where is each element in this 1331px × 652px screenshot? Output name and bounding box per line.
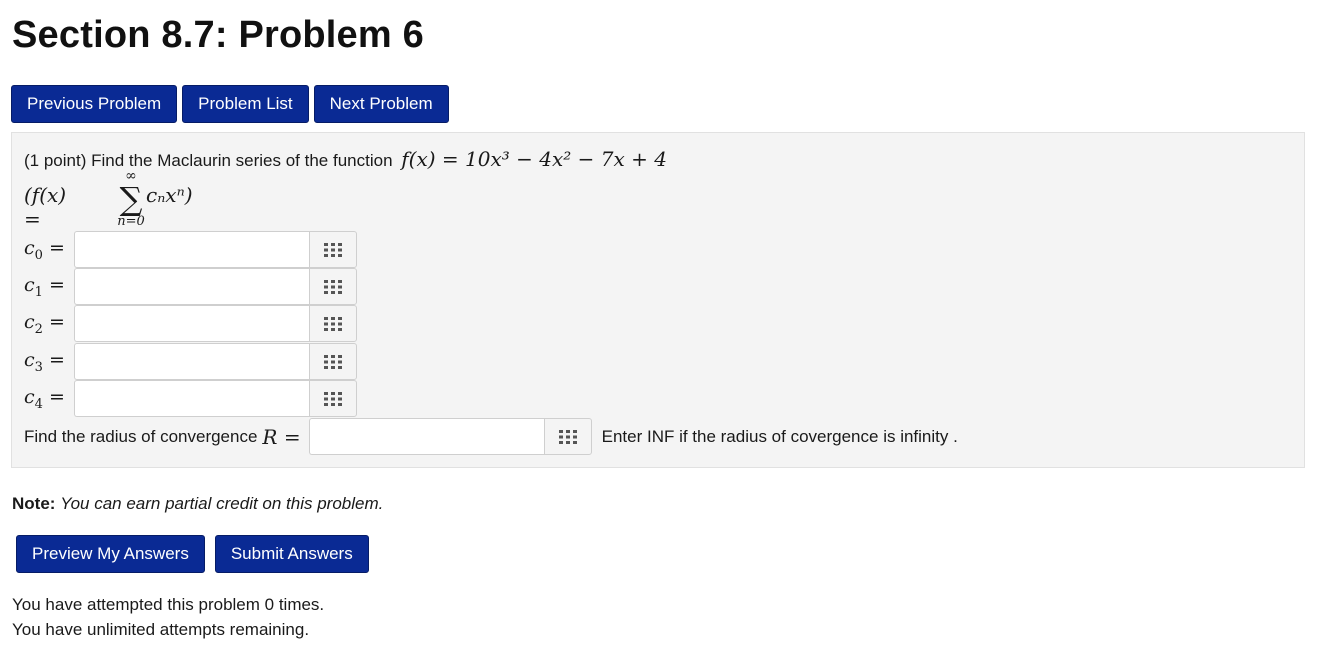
previous-problem-button[interactable]: Previous Problem	[11, 85, 178, 123]
problem-body: (1 point) Find the Maclaurin series of t…	[11, 132, 1305, 468]
c4-equation-palette-button[interactable]	[309, 380, 357, 417]
note-label: Note:	[12, 494, 56, 513]
coefficient-label: c3 =	[24, 348, 65, 375]
radius-answer-input[interactable]	[308, 418, 544, 455]
coefficient-label: c0 =	[24, 236, 65, 263]
submit-answers-button[interactable]: Submit Answers	[214, 535, 369, 573]
note-text: You can earn partial credit on this prob…	[60, 494, 384, 513]
grid-icon	[324, 279, 342, 294]
coefficient-label: c2 =	[24, 310, 65, 337]
attempts-count: You have attempted this problem 0 times.	[12, 595, 325, 614]
c0-answer-input[interactable]	[74, 231, 309, 268]
sum-lower-limit: n=0	[117, 214, 145, 229]
coefficient-row-c3: c3 =	[24, 343, 357, 380]
coefficient-row-c4: c4 =	[24, 380, 357, 417]
sigma-glyph: ∑	[119, 180, 143, 218]
grid-icon	[558, 429, 577, 444]
series-lhs: (f(x) =	[24, 183, 67, 231]
c1-equation-palette-button[interactable]	[309, 268, 357, 305]
c3-answer-input[interactable]	[74, 343, 309, 380]
coefficient-label: c1 =	[24, 273, 65, 300]
grid-icon	[324, 316, 342, 331]
problem-list-button[interactable]: Problem List	[182, 85, 309, 123]
series-term: cₙxⁿ)	[146, 183, 193, 207]
problem-navigation: Previous Problem Problem List Next Probl…	[11, 85, 449, 123]
prompt-text: (1 point) Find the Maclaurin series of t…	[24, 151, 393, 170]
summation-symbol: ∞ ∑ n=0	[114, 169, 148, 228]
grid-icon	[324, 391, 342, 406]
radius-hint: Enter INF if the radius of covergence is…	[601, 426, 958, 446]
grid-icon	[324, 242, 342, 257]
function-expression: f(x) = 10x³ − 4x² − 7x + 4	[401, 147, 667, 171]
coefficient-label: c4 =	[24, 385, 65, 412]
c4-answer-input[interactable]	[74, 380, 309, 417]
partial-credit-note: Note: You can earn partial credit on thi…	[12, 494, 383, 514]
grid-icon	[324, 354, 342, 369]
problem-prompt: (1 point) Find the Maclaurin series of t…	[24, 147, 667, 171]
radius-row: Find the radius of convergence R = Enter…	[24, 418, 958, 455]
attempts-remaining: You have unlimited attempts remaining.	[12, 620, 310, 639]
c2-equation-palette-button[interactable]	[309, 305, 357, 342]
answer-actions: Preview My Answers Submit Answers	[16, 535, 369, 573]
c3-equation-palette-button[interactable]	[309, 343, 357, 380]
c2-answer-input[interactable]	[74, 305, 309, 342]
coefficient-row-c2: c2 =	[24, 305, 357, 342]
radius-equation-palette-button[interactable]	[543, 418, 592, 455]
c0-equation-palette-button[interactable]	[309, 231, 357, 268]
c1-answer-input[interactable]	[74, 268, 309, 305]
radius-symbol: R =	[262, 424, 301, 449]
radius-label: Find the radius of convergence	[24, 426, 258, 446]
attempts-info: You have attempted this problem 0 times.…	[12, 592, 324, 642]
coefficient-row-c0: c0 =	[24, 231, 357, 268]
next-problem-button[interactable]: Next Problem	[313, 85, 449, 123]
page-title: Section 8.7: Problem 6	[12, 14, 424, 56]
coefficient-row-c1: c1 =	[24, 268, 357, 305]
preview-answers-button[interactable]: Preview My Answers	[16, 535, 205, 573]
